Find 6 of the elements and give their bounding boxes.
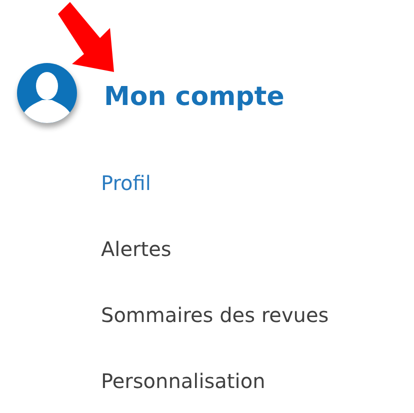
menu-link[interactable]: Profil	[101, 168, 414, 198]
menu-link[interactable]: Alertes	[101, 234, 414, 264]
menu-link[interactable]: Sommaires des revues	[101, 300, 414, 330]
menu-link[interactable]: Personnalisation	[101, 366, 414, 396]
avatar-icon[interactable]	[16, 62, 78, 124]
account-title: Mon compte	[104, 82, 284, 112]
